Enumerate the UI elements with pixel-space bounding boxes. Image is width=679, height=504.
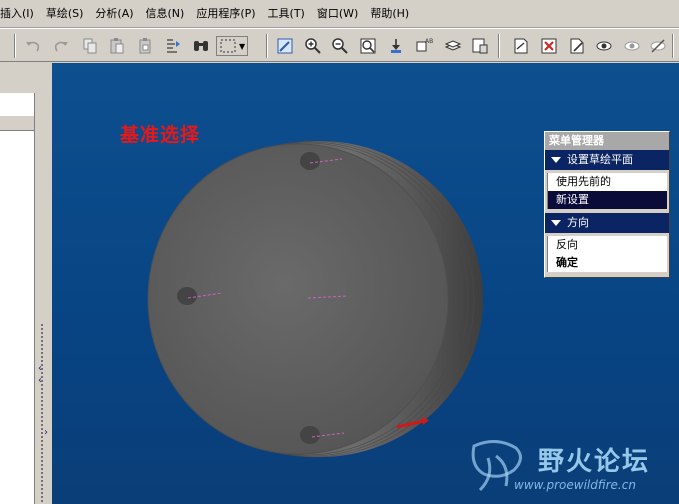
orient-icon[interactable] — [386, 36, 406, 56]
appearance-icon[interactable] — [567, 36, 587, 56]
view-manager-icon[interactable] — [470, 36, 490, 56]
menu-insert[interactable]: 插入(I) — [0, 0, 34, 28]
section-header-direction[interactable]: 方向 — [545, 213, 669, 233]
named-views-icon[interactable]: AB — [414, 36, 434, 56]
model-tree-header — [0, 115, 34, 131]
chevron-down-icon — [551, 157, 561, 163]
graphics-viewport[interactable]: 基准选择 — [52, 63, 679, 504]
menu-window[interactable]: 窗口(W) — [317, 0, 358, 28]
chevron-down-icon — [551, 220, 561, 226]
model-tree-panel: ‹ ‹ › — [0, 63, 52, 504]
watermark-name: 野火论坛 — [538, 447, 651, 477]
datum-icon[interactable] — [511, 36, 531, 56]
watermark-url: www.proewildfire.cn — [514, 478, 636, 492]
menu-bar: 插入(I) 草绘(S) 分析(A) 信息(N) 应用程序(P) 工具(T) 窗口… — [0, 0, 679, 28]
menu-analysis[interactable]: 分析(A) — [95, 0, 133, 28]
refit-icon[interactable] — [358, 36, 378, 56]
zoom-out-icon[interactable] — [330, 36, 350, 56]
model-3d[interactable] — [52, 63, 679, 504]
model-tree[interactable] — [0, 93, 35, 504]
app-window: 插入(I) 草绘(S) 分析(A) 信息(N) 应用程序(P) 工具(T) 窗口… — [0, 0, 679, 504]
selection-filter-dropdown[interactable]: ▼ — [216, 36, 248, 56]
undo-icon[interactable] — [23, 36, 43, 56]
menu-help[interactable]: 帮助(H) — [370, 0, 409, 28]
paste-icon[interactable] — [107, 36, 127, 56]
hidden-line-icon[interactable] — [622, 36, 642, 56]
menu-manager: 菜单管理器 设置草绘平面 使用先前的 新设置 方向 反向 确定 — [544, 131, 670, 278]
option-okay[interactable]: 确定 — [548, 254, 667, 272]
layers-icon[interactable] — [443, 36, 463, 56]
close-window-icon[interactable] — [539, 36, 559, 56]
menu-info[interactable]: 信息(N) — [146, 0, 185, 28]
panel-resize-handle[interactable] — [38, 323, 46, 503]
copy-icon[interactable] — [80, 36, 100, 56]
chevron-down-icon: ▼ — [239, 41, 246, 51]
toolbar-separator — [266, 34, 268, 58]
toolbar-separator — [498, 34, 500, 58]
redo-icon[interactable] — [51, 36, 71, 56]
repaint-icon[interactable] — [275, 36, 295, 56]
menu-applications[interactable]: 应用程序(P) — [196, 0, 255, 28]
toolbar: ▼ AB — [0, 28, 679, 62]
option-use-previous[interactable]: 使用先前的 — [548, 173, 667, 191]
collapse-left-icon[interactable]: ‹ — [38, 375, 42, 386]
collapse-left-icon[interactable]: ‹ — [38, 363, 42, 374]
toolbar-separator — [14, 34, 16, 58]
option-flip[interactable]: 反向 — [548, 236, 667, 254]
regenerate-icon[interactable] — [163, 36, 183, 56]
direction-options: 反向 确定 — [547, 236, 667, 272]
toolbar-separator — [672, 34, 674, 58]
paste-special-icon[interactable] — [136, 36, 156, 56]
find-icon[interactable] — [191, 36, 211, 56]
menu-sketch[interactable]: 草绘(S) — [46, 0, 84, 28]
expand-right-icon[interactable]: › — [44, 427, 48, 438]
option-new-setup[interactable]: 新设置 — [548, 191, 667, 209]
selection-box-icon — [220, 39, 236, 53]
section-header-sketch-plane[interactable]: 设置草绘平面 — [545, 150, 669, 170]
menu-tools[interactable]: 工具(T) — [268, 0, 305, 28]
svg-text:AB: AB — [425, 38, 433, 45]
menu-manager-title: 菜单管理器 — [545, 132, 669, 150]
sketch-plane-options: 使用先前的 新设置 — [547, 173, 667, 209]
display-icon[interactable] — [594, 36, 614, 56]
no-hidden-icon[interactable] — [648, 36, 668, 56]
zoom-in-icon[interactable] — [303, 36, 323, 56]
